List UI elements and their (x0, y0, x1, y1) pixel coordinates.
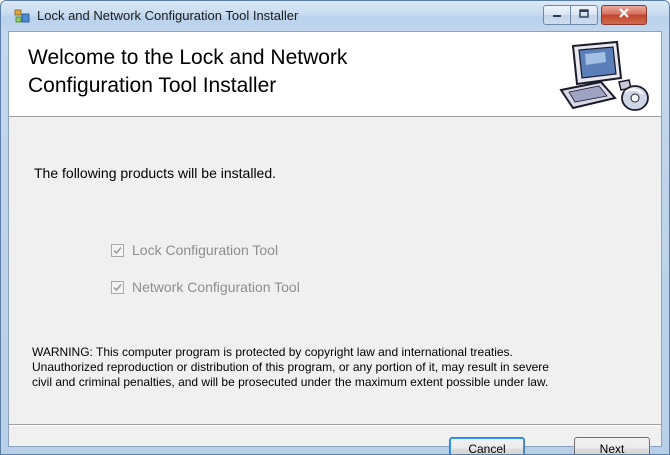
title-bar[interactable]: Lock and Network Configuration Tool Inst… (1, 1, 669, 31)
warning-line2: Unauthorized reproduction or distributio… (32, 360, 549, 374)
next-button[interactable]: Next (574, 437, 650, 454)
checkbox-checked-icon (111, 243, 124, 257)
warning-line3: civil and criminal penalties, and will b… (32, 375, 549, 389)
banner-title-line1: Welcome to the Lock and Network (28, 46, 348, 69)
cancel-button[interactable]: Cancel (449, 437, 525, 454)
window-title: Lock and Network Configuration Tool Inst… (37, 8, 299, 23)
installer-window: Lock and Network Configuration Tool Inst… (0, 0, 670, 455)
warning-line1: WARNING: This computer program is protec… (32, 345, 513, 359)
banner-title-line2: Configuration Tool Installer (28, 74, 277, 97)
intro-text: The following products will be installed… (34, 165, 277, 181)
checkbox-checked-icon (111, 280, 124, 294)
maximize-icon (578, 6, 590, 24)
footer-divider (9, 424, 661, 426)
installer-client-area: Welcome to the Lock and Network Configur… (8, 31, 662, 454)
copyright-warning: WARNING: This computer program is protec… (32, 345, 662, 390)
product-lock-checkbox[interactable]: Lock Configuration Tool (111, 242, 278, 258)
installer-icon (14, 8, 30, 24)
close-button[interactable] (601, 5, 647, 25)
close-icon (617, 6, 631, 24)
product-network-label: Network Configuration Tool (132, 279, 300, 295)
product-lock-label: Lock Configuration Tool (132, 242, 279, 258)
computer-cd-icon (555, 38, 651, 112)
product-network-checkbox[interactable]: Network Configuration Tool (111, 279, 300, 295)
minimize-button[interactable] (543, 5, 571, 25)
maximize-button[interactable] (570, 5, 598, 25)
welcome-banner: Welcome to the Lock and Network Configur… (9, 32, 661, 117)
banner-title: Welcome to the Lock and Network Configur… (28, 44, 508, 100)
minimize-icon (551, 6, 563, 24)
